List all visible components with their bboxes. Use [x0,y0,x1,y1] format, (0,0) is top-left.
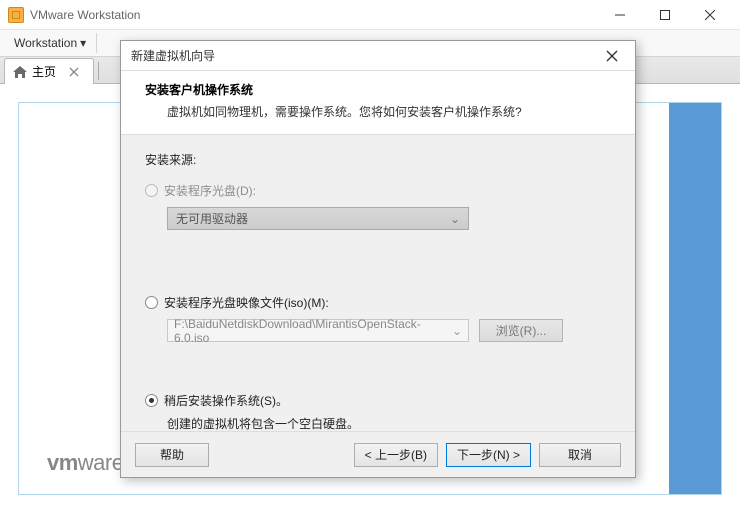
home-icon [13,66,27,78]
chevron-down-icon: ⌄ [452,324,462,338]
tab-home-label: 主页 [32,63,56,80]
next-button[interactable]: 下一步(N) > [446,443,531,467]
window-controls [597,0,732,29]
install-source-label: 安装来源: [145,151,611,168]
option-disc: 安装程序光盘(D): 无可用驱动器 ⌄ [145,182,611,230]
later-hint: 创建的虚拟机将包含一个空白硬盘。 [167,415,611,432]
close-button[interactable] [687,0,732,29]
radio-disc-indicator [145,184,158,197]
back-button-label: < 上一步(B) [365,446,427,463]
iso-path-input[interactable]: F:\BaiduNetdiskDownload\MirantisOpenStac… [167,319,469,342]
radio-later[interactable]: 稍后安装操作系统(S)。 [145,392,611,409]
dialog-body: 安装来源: 安装程序光盘(D): 无可用驱动器 ⌄ 安装程序光盘映像文件(iso… [121,135,635,450]
dialog-heading: 安装客户机操作系统 [145,81,611,98]
browse-button-label: 浏览(R)... [496,322,547,339]
chevron-down-icon: ⌄ [450,212,460,226]
vmware-text-logo: vmware [47,450,123,476]
dialog-close-button[interactable] [599,43,625,69]
help-button-label: 帮助 [160,446,184,463]
iso-path-value: F:\BaiduNetdiskDownload\MirantisOpenStac… [174,317,444,345]
dialog-title: 新建虚拟机向导 [131,47,599,64]
disc-drive-combo: 无可用驱动器 ⌄ [167,207,469,230]
dialog-footer: 帮助 < 上一步(B) 下一步(N) > 取消 [121,431,635,477]
workstation-menu[interactable]: Workstation ▾ [8,33,92,53]
dialog-titlebar: 新建虚拟机向导 [121,41,635,71]
radio-iso-label: 安装程序光盘映像文件(iso)(M): [164,294,329,311]
new-vm-wizard-dialog: 新建虚拟机向导 安装客户机操作系统 虚拟机如同物理机，需要操作系统。您将如何安装… [120,40,636,478]
help-button[interactable]: 帮助 [135,443,209,467]
minimize-button[interactable] [597,0,642,29]
menu-divider [96,33,97,53]
back-button[interactable]: < 上一步(B) [354,443,438,467]
next-button-label: 下一步(N) > [457,446,520,463]
window-title: VMware Workstation [30,8,597,22]
chevron-down-icon: ▾ [80,36,86,50]
vmware-logo-icon [8,7,24,23]
tab-divider [98,62,99,80]
radio-iso-indicator [145,296,158,309]
radio-disc-label: 安装程序光盘(D): [164,182,256,199]
maximize-button[interactable] [642,0,687,29]
decorative-stripe [669,103,721,494]
browse-button[interactable]: 浏览(R)... [479,319,563,342]
tab-close-icon[interactable] [69,67,79,77]
cancel-button-label: 取消 [568,446,592,463]
radio-later-indicator [145,394,158,407]
dialog-header: 安装客户机操作系统 虚拟机如同物理机，需要操作系统。您将如何安装客户机操作系统? [121,71,635,135]
option-later: 稍后安装操作系统(S)。 创建的虚拟机将包含一个空白硬盘。 [145,392,611,432]
tab-home[interactable]: 主页 [4,58,94,84]
cancel-button[interactable]: 取消 [539,443,621,467]
radio-later-label: 稍后安装操作系统(S)。 [164,392,288,409]
radio-disc: 安装程序光盘(D): [145,182,611,199]
option-iso: 安装程序光盘映像文件(iso)(M): F:\BaiduNetdiskDownl… [145,294,611,342]
main-titlebar: VMware Workstation [0,0,740,30]
dialog-subheading: 虚拟机如同物理机，需要操作系统。您将如何安装客户机操作系统? [145,103,611,120]
radio-iso[interactable]: 安装程序光盘映像文件(iso)(M): [145,294,611,311]
disc-drive-value: 无可用驱动器 [176,210,248,227]
workstation-menu-label: Workstation [14,36,77,50]
